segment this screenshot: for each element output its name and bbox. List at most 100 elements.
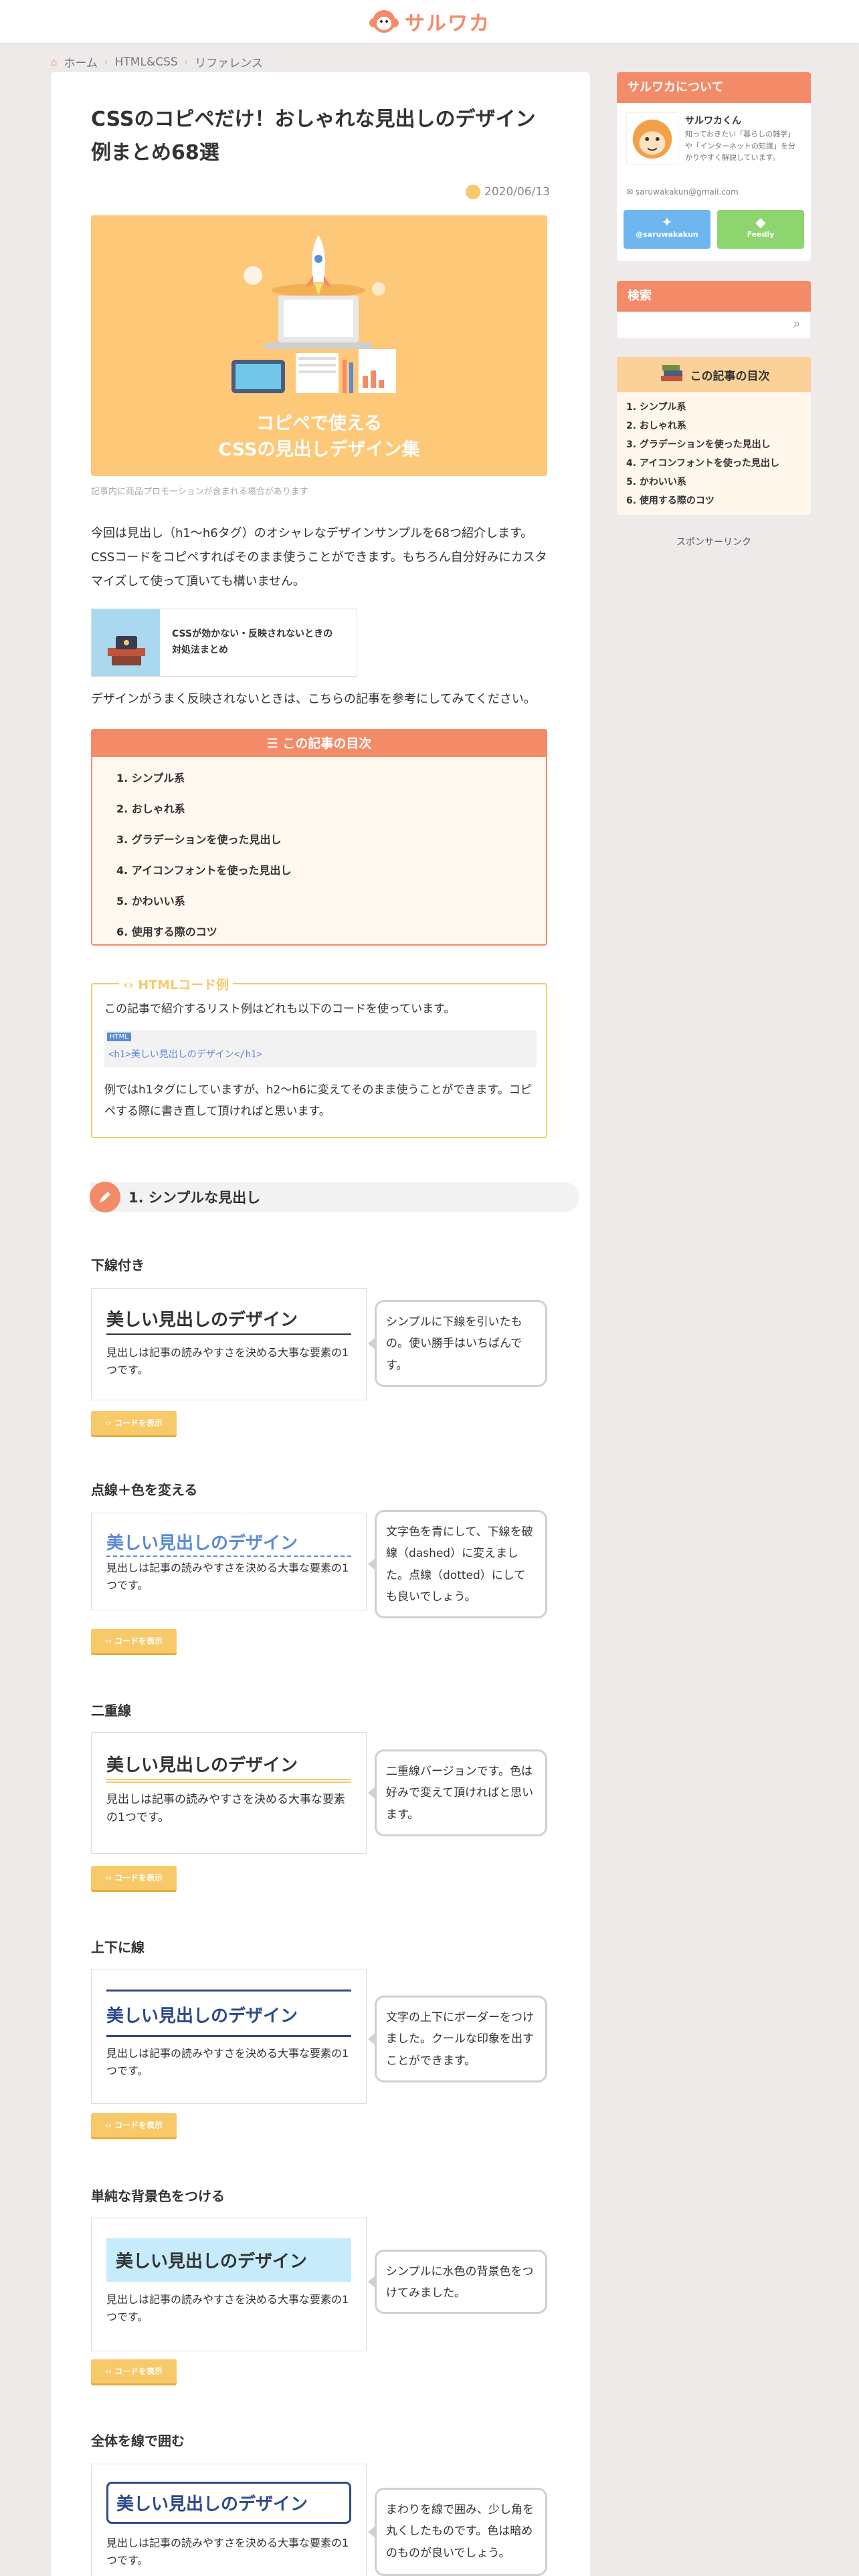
avatar [626, 112, 678, 165]
toc-item[interactable]: 4. アイコンフォントを使った見出し [116, 861, 292, 877]
demo-box: 美しい見出しのデザイン 見出しは記事の読みやすさを決める大事な要素の1つです。 [91, 1732, 367, 1854]
sidebar-toc-heading: この記事の目次 [617, 357, 811, 392]
related-thumbnail-icon [92, 609, 160, 676]
toc-item[interactable]: 1. シンプル系 [116, 769, 185, 785]
about-heading: サルワカについて [617, 72, 811, 103]
books-icon [660, 365, 682, 381]
promo-note: 記事内に商品プロモーションが含まれる場合があります [91, 487, 308, 497]
demo-text: 見出しは記事の読みやすさを決める大事な要素の1つです。 [106, 1562, 349, 1592]
toc-item[interactable]: 6. 使用する際のコツ [116, 923, 217, 939]
code-icon: ‹› [104, 2367, 115, 2376]
feedly-button-label: Feedly [747, 230, 775, 239]
breadcrumb: ⌂ ホーム › HTML&CSS › リファレンス [51, 53, 263, 71]
demo-box: 美しい見出しのデザイン 見出しは記事の読みやすさを決める大事な要素の1つです。 [91, 1288, 367, 1400]
demo-text: 見出しは記事の読みやすさを決める大事な要素の1つです。 [106, 1346, 349, 1376]
code-block[interactable]: HTML <h1>美しい見出しのデザイン</h1> [104, 1030, 537, 1067]
logo-text: サルワカ [405, 12, 490, 35]
show-code-button[interactable]: ‹› コードを表示 [91, 2359, 177, 2383]
hero-image: コピペで使える CSSの見出しデザイン集 [91, 215, 547, 476]
section-heading: 1. シンプルな見出し [90, 1182, 579, 1212]
show-code-button[interactable]: ‹› コードを表示 [91, 1629, 177, 1653]
demo-box: 美しい見出しのデザイン 見出しは記事の読みやすさを決める大事な要素の1つです。 [91, 1969, 367, 2104]
code-box-label: ‹› HTMLコード例 [119, 975, 233, 993]
code-icon: ‹› [104, 1873, 115, 1883]
sidebar-toc-item[interactable]: 1. シンプル系 [626, 400, 686, 413]
demo-heading: 美しい見出しのデザイン [106, 1306, 351, 1335]
search-input[interactable] [617, 312, 811, 338]
show-code-button[interactable]: ‹› コードを表示 [91, 2113, 177, 2137]
post-date-text: 2020/06/13 [484, 185, 550, 199]
show-code-button-label: コードを表示 [114, 2121, 163, 2130]
demo-heading: 美しい見出しのデザイン [106, 1529, 351, 1557]
speech-bubble: 二重線バージョンです。色は好みで変えて頂ければと思います。 [368, 1749, 547, 1836]
speech-bubble: シンプルに下線を引いたもの。使い勝手はいちばんです。 [368, 1300, 547, 1387]
twitter-button[interactable]: ✦ @saruwakakun [624, 210, 710, 249]
sidebar-toc-item[interactable]: 6. 使用する際のコツ [626, 494, 714, 507]
section-heading-text: 1. シンプルな見出し [128, 1190, 261, 1206]
toc-item[interactable]: 5. かわいい系 [116, 892, 185, 908]
toc-item[interactable]: 2. おしゃれ系 [116, 800, 185, 816]
sidebar-toc-item[interactable]: 2. おしゃれ系 [626, 419, 686, 432]
demo-text: 見出しは記事の読みやすさを決める大事な要素の1つです。 [106, 1793, 345, 1825]
example-heading: 上下に線 [91, 1939, 145, 1955]
about-email-text: saruwakakun@gmail.com [635, 187, 739, 197]
related-note: デザインがうまく反映されないときは、こちらの記事を参考にしてみてください。 [91, 692, 536, 706]
example-heading: 下線付き [91, 1257, 145, 1273]
code-box-note: 例ではh1タグにしていますが、h2〜h6に変えてそのまま使うことができます。コピ… [104, 1083, 532, 1119]
code-lang-tag: HTML [107, 1033, 131, 1041]
clock-icon [466, 185, 480, 199]
hero-text-line2: CSSの見出しデザイン集 [218, 439, 420, 461]
demo-heading: 美しい見出しのデザイン [106, 1751, 351, 1783]
site-logo[interactable]: サルワカ [369, 7, 490, 36]
related-article-card[interactable]: CSSが効かない・反映されないときの 対処法まとめ [91, 609, 357, 677]
sidebar-toc-item[interactable]: 3. グラデーションを使った見出し [626, 437, 771, 451]
demo-box: 美しい見出しのデザイン 見出しは記事の読みやすさを決める大事な要素の1つです。 [91, 1513, 367, 1610]
code-text: <h1>美しい見出しのデザイン</h1> [108, 1049, 262, 1060]
article-container: CSSのコピペだけ！おしゃれな見出しのデザイン例まとめ68選 2020/06/1… [51, 72, 590, 2576]
about-widget: サルワカについて サルワカくん 知っておきたい「暮らしの雑学」や「インターネット… [617, 72, 811, 261]
sidebar-toc-heading-text: この記事の目次 [690, 369, 770, 383]
feedly-button[interactable]: ◆ Feedly [717, 210, 804, 249]
site-header: サルワカ [0, 0, 859, 43]
speech-bubble: まわりを線で囲み、少し角を丸くしたものです。色は暗めのものが良いでしょう。 [368, 2488, 547, 2576]
example-heading: 単純な背景色をつける [91, 2188, 225, 2204]
example-heading: 二重線 [91, 1703, 131, 1719]
pen-icon [90, 1182, 120, 1212]
code-example-box: ‹› HTMLコード例 この記事で紹介するリスト例はどれも以下のコードを使ってい… [91, 975, 547, 1138]
page-title: CSSのコピペだけ！おしゃれな見出しのデザイン例まとめ68選 [91, 108, 536, 165]
hero-text-line1: コピペで使える [256, 413, 383, 434]
breadcrumb-htmlcss[interactable]: HTML&CSS [115, 56, 178, 69]
demo-text: 見出しは記事の読みやすさを決める大事な要素の1つです。 [106, 2537, 349, 2567]
search-heading: 検索 [617, 281, 811, 312]
demo-heading: 美しい見出しのデザイン [106, 1990, 351, 2037]
show-code-button[interactable]: ‹› コードを表示 [91, 1411, 177, 1435]
related-card-title-line1: CSSが効かない・反映されないときの [172, 629, 333, 640]
example-heading: 全体を線で囲む [91, 2433, 185, 2449]
example-heading: 点線＋色を変える [91, 1482, 198, 1498]
feedly-icon: ◆ [755, 214, 766, 230]
sponsor-label: スポンサーリンク [676, 537, 751, 548]
demo-heading: 美しい見出しのデザイン [106, 2238, 351, 2282]
toc-item[interactable]: 3. グラデーションを使った見出し [116, 831, 281, 847]
demo-text: 見出しは記事の読みやすさを決める大事な要素の1つです。 [106, 2293, 349, 2323]
mail-icon: ✉ [626, 187, 636, 197]
toc-heading-text: この記事の目次 [282, 736, 372, 751]
demo-text: 見出しは記事の読みやすさを決める大事な要素の1つです。 [106, 2047, 349, 2077]
search-icon[interactable]: ⌕ [793, 317, 800, 331]
code-box-text: この記事で紹介するリスト例はどれも以下のコードを使っています。 [104, 1002, 456, 1016]
show-code-button-label: コードを表示 [114, 1418, 163, 1428]
code-icon: ‹› [123, 978, 138, 992]
breadcrumb-reference[interactable]: リファレンス [195, 53, 263, 70]
breadcrumb-home[interactable]: ホーム [64, 53, 98, 70]
rocket-laptop-illustration [231, 235, 396, 393]
speech-bubble: シンプルに水色の背景色をつけてみました。 [368, 2250, 547, 2314]
show-code-button-label: コードを表示 [114, 1873, 163, 1883]
about-email[interactable]: ✉ saruwakakun@gmail.com [626, 187, 739, 197]
code-icon: ‹› [104, 1418, 115, 1428]
show-code-button[interactable]: ‹› コードを表示 [91, 1866, 177, 1890]
sidebar-toc-item[interactable]: 4. アイコンフォントを使った見出し [626, 456, 779, 469]
home-icon: ⌂ [51, 56, 58, 68]
toc-heading: ☰ この記事の目次 [92, 730, 546, 757]
sidebar-toc-item[interactable]: 5. かわいい系 [626, 475, 686, 488]
demo-box: 美しい見出しのデザイン 見出しは記事の読みやすさを決める大事な要素の1つです。 [91, 2218, 367, 2351]
